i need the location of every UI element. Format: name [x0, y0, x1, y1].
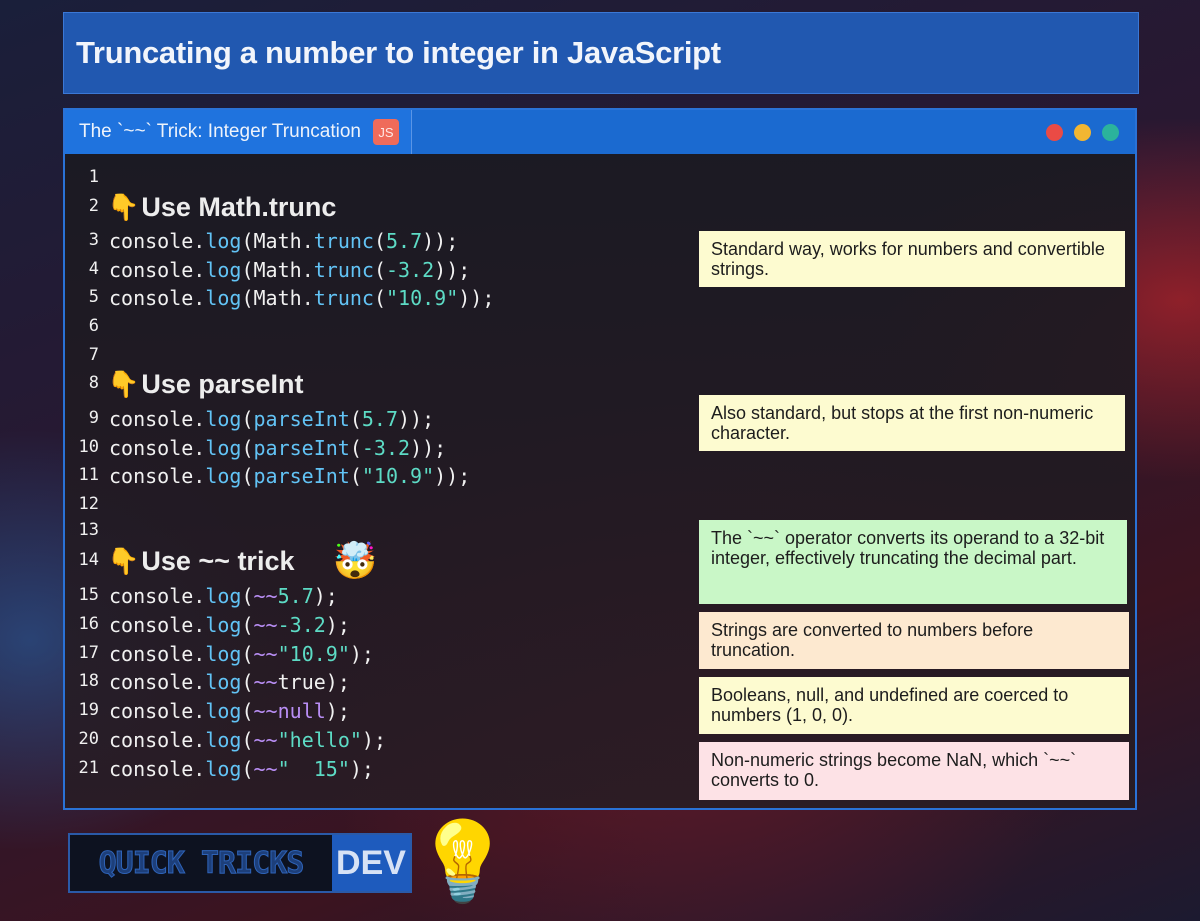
line-number: 15 — [78, 584, 99, 605]
line-number: 7 — [88, 344, 99, 365]
tab-label: The `~~` Trick: Integer Truncation — [79, 121, 361, 142]
brand-quick-tricks: QUICK TRICKS — [70, 835, 332, 891]
line-number: 12 — [78, 494, 99, 515]
code-line: 6 — [65, 310, 705, 339]
line-number: 18 — [78, 671, 99, 692]
line-number: 4 — [88, 258, 99, 279]
annotation-booleans: Booleans, null, and undefined are coerce… — [699, 677, 1129, 734]
annotation-parseint: Also standard, but stops at the first no… — [699, 395, 1125, 451]
code-line: 21 console.log(~~" 15"); — [65, 752, 705, 781]
code-line: 11 console.log(parseInt("10.9")); — [65, 460, 705, 489]
line-number: 20 — [78, 728, 99, 749]
code-text: console.log(~~"10.9"); — [109, 641, 374, 666]
code-text: console.log(Math.trunc(-3.2)); — [109, 257, 471, 282]
pointing-down-hand-icon: 👇 — [107, 545, 140, 576]
line-number: 3 — [88, 229, 99, 250]
code-window: The `~~` Trick: Integer Truncation JS 1 … — [63, 108, 1137, 810]
code-editor[interactable]: 1 2 👇 Use Math.trunc 3 console.log(Math.… — [65, 166, 705, 781]
minimize-window-button[interactable] — [1074, 124, 1091, 141]
line-number: 6 — [88, 316, 99, 337]
code-text: console.log(~~-3.2); — [109, 612, 350, 637]
light-bulb-icon: 💡 — [414, 817, 512, 905]
close-window-button[interactable] — [1046, 124, 1063, 141]
code-text: console.log(~~5.7); — [109, 583, 338, 608]
annotation-strings: Strings are converted to numbers before … — [699, 612, 1129, 669]
pointing-down-hand-icon: 👇 — [107, 369, 140, 400]
code-line: 16 console.log(~~-3.2); — [65, 608, 705, 637]
page-title: Truncating a number to integer in JavaSc… — [76, 35, 721, 70]
code-text: console.log(parseInt(-3.2)); — [109, 435, 447, 460]
line-number: 5 — [88, 287, 99, 308]
code-text: console.log(~~null); — [109, 699, 350, 724]
line-number: 21 — [78, 757, 99, 778]
line-number: 16 — [78, 613, 99, 634]
code-text: console.log(Math.trunc(5.7)); — [109, 228, 459, 253]
section-heading: 👇 Use parseInt — [107, 369, 304, 400]
section-heading: 👇 Use Math.trunc — [107, 191, 337, 222]
window-controls — [1046, 124, 1119, 141]
code-line: 12 — [65, 488, 705, 517]
pointing-down-hand-icon: 👇 — [107, 191, 140, 222]
annotation-math-trunc: Standard way, works for numbers and conv… — [699, 231, 1125, 287]
code-line: 9 console.log(parseInt(5.7)); — [65, 402, 705, 431]
line-number: 19 — [78, 700, 99, 721]
code-line: 20 console.log(~~"hello"); — [65, 723, 705, 752]
line-number: 14 — [78, 549, 99, 570]
line-number: 8 — [88, 373, 99, 394]
code-line: 18 console.log(~~true); — [65, 666, 705, 695]
line-number: 17 — [78, 642, 99, 663]
annotation-tilde-operator: The `~~` operator converts its operand t… — [699, 520, 1127, 604]
code-line: 5 console.log(Math.trunc("10.9")); — [65, 282, 705, 311]
tab-bar: The `~~` Trick: Integer Truncation JS — [65, 110, 1135, 154]
line-number: 2 — [88, 195, 99, 216]
line-number: 13 — [78, 520, 99, 541]
js-file-icon: JS — [372, 119, 399, 145]
code-line: 15 console.log(~~5.7); — [65, 579, 705, 608]
tab-integer-truncation[interactable]: The `~~` Trick: Integer Truncation JS — [65, 110, 412, 154]
code-text: console.log(Math.trunc("10.9")); — [109, 286, 495, 311]
line-number: 10 — [78, 436, 99, 457]
code-line: 1 — [65, 166, 705, 190]
code-line: 10 console.log(parseInt(-3.2)); — [65, 431, 705, 460]
code-line: 4 console.log(Math.trunc(-3.2)); — [65, 253, 705, 282]
section-heading: 👇 Use ~~ trick 🤯 — [107, 540, 378, 582]
code-text: console.log(~~" 15"); — [109, 756, 374, 781]
code-line: 2 👇 Use Math.trunc — [65, 190, 705, 224]
header-banner: Truncating a number to integer in JavaSc… — [63, 12, 1139, 94]
code-line: 7 — [65, 339, 705, 368]
code-line: 3 console.log(Math.trunc(5.7)); — [65, 224, 705, 253]
brand-logo: QUICK TRICKS DEV — [68, 833, 412, 893]
maximize-window-button[interactable] — [1102, 124, 1119, 141]
line-number: 9 — [88, 407, 99, 428]
line-number: 1 — [88, 167, 99, 187]
code-line: 14 👇 Use ~~ trick 🤯 — [65, 540, 705, 582]
annotation-non-numeric: Non-numeric strings become NaN, which `~… — [699, 742, 1129, 800]
code-text: console.log(~~"hello"); — [109, 727, 386, 752]
line-number: 11 — [78, 465, 99, 486]
code-line: 19 console.log(~~null); — [65, 694, 705, 723]
code-line: 17 console.log(~~"10.9"); — [65, 637, 705, 666]
brand-dev: DEV — [332, 835, 410, 891]
code-text: console.log(parseInt("10.9")); — [109, 464, 471, 489]
code-line: 8 👇 Use parseInt — [65, 368, 705, 402]
mind-blown-icon: 🤯 — [332, 540, 378, 582]
code-text: console.log(parseInt(5.7)); — [109, 406, 435, 431]
code-text: console.log(~~true); — [109, 670, 350, 695]
